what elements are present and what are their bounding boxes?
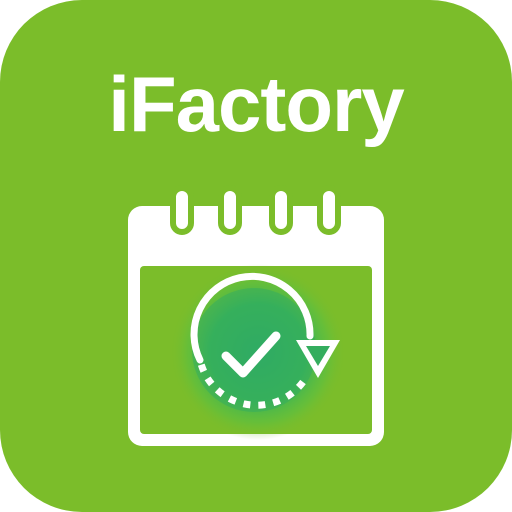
app-icon-tile[interactable]: iFactory xyxy=(0,0,512,512)
calendar-icon xyxy=(128,185,384,446)
